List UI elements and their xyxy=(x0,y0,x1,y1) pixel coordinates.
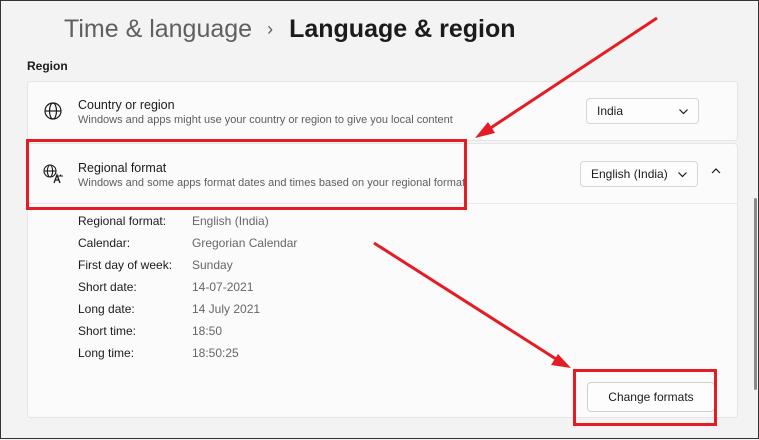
country-region-selected: India xyxy=(597,104,624,118)
country-region-description: Windows and apps might use your country … xyxy=(78,114,453,126)
detail-key: First day of week: xyxy=(78,258,173,272)
language-format-icon xyxy=(42,163,64,185)
regional-format-selected: English (India) xyxy=(591,167,668,181)
change-formats-button[interactable]: Change formats xyxy=(587,382,715,412)
page-title: Language & region xyxy=(289,15,516,43)
breadcrumb-separator: › xyxy=(267,19,274,39)
regional-format-title: Regional format xyxy=(78,161,167,175)
detail-value: 14-07-2021 xyxy=(192,280,254,294)
country-region-title: Country or region xyxy=(78,98,175,112)
chevron-up-icon[interactable] xyxy=(709,164,723,178)
section-label-region: Region xyxy=(27,59,68,73)
detail-key: Long date: xyxy=(78,302,135,316)
detail-key: Short time: xyxy=(78,324,137,338)
detail-value: English (India) xyxy=(192,214,269,228)
detail-value: 18:50 xyxy=(192,324,223,338)
detail-key: Regional format: xyxy=(78,214,167,228)
regional-format-header[interactable]: Regional format Windows and some apps fo… xyxy=(28,144,737,204)
detail-value: Gregorian Calendar xyxy=(192,236,298,250)
regional-format-card: Regional format Windows and some apps fo… xyxy=(27,143,738,418)
country-region-dropdown[interactable]: India xyxy=(586,98,699,124)
detail-value: 18:50:25 xyxy=(192,346,239,360)
regional-format-description: Windows and some apps format dates and t… xyxy=(78,177,466,189)
detail-value: Sunday xyxy=(192,258,233,272)
detail-key: Long time: xyxy=(78,346,135,360)
globe-icon xyxy=(42,100,64,122)
detail-key: Calendar: xyxy=(78,236,131,250)
chevron-down-icon xyxy=(678,106,689,117)
country-region-card: Country or region Windows and apps might… xyxy=(27,81,738,141)
chevron-down-icon xyxy=(677,169,688,180)
regional-format-dropdown[interactable]: English (India) xyxy=(580,161,698,187)
detail-key: Short date: xyxy=(78,280,137,294)
breadcrumb-parent[interactable]: Time & language xyxy=(64,15,252,44)
detail-value: 14 July 2021 xyxy=(192,302,261,316)
breadcrumb: Time & language › Language & region xyxy=(64,15,515,44)
scrollbar[interactable] xyxy=(754,198,757,390)
